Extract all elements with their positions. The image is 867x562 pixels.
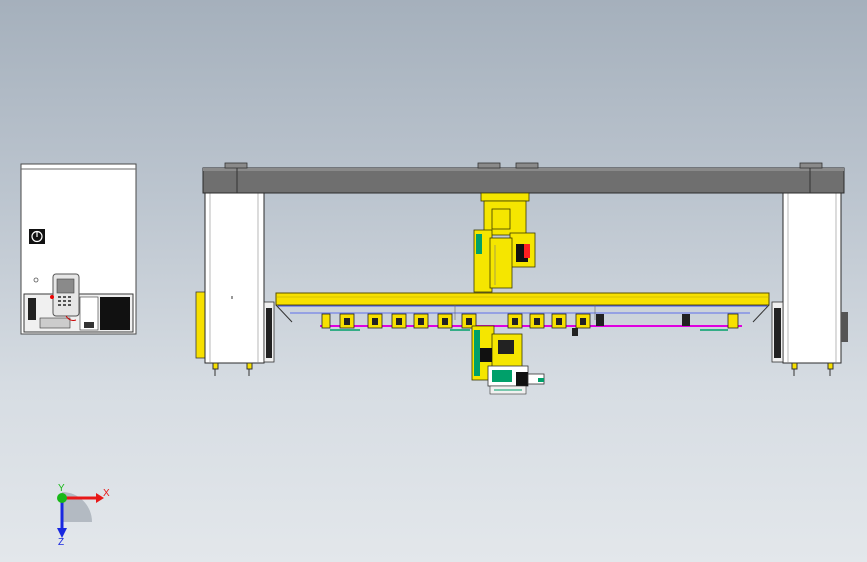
cad-3d-viewport[interactable]: X Y Z — [0, 0, 867, 562]
teach-pendant[interactable] — [50, 273, 80, 321]
y-axis-label: Y — [58, 483, 65, 494]
right-support-column — [771, 192, 848, 376]
gantry-top-beam — [202, 162, 845, 194]
coordinate-triad: X Y Z — [44, 482, 120, 548]
power-symbol-icon — [29, 229, 45, 244]
y-axis-dot — [57, 493, 67, 503]
gantry-robot-model[interactable] — [0, 0, 867, 562]
z-axis-label: Z — [58, 537, 64, 546]
left-support-column — [195, 192, 275, 376]
control-cabinet[interactable] — [20, 163, 137, 335]
x-axis-label: X — [103, 488, 110, 499]
tool-rack — [320, 313, 742, 336]
